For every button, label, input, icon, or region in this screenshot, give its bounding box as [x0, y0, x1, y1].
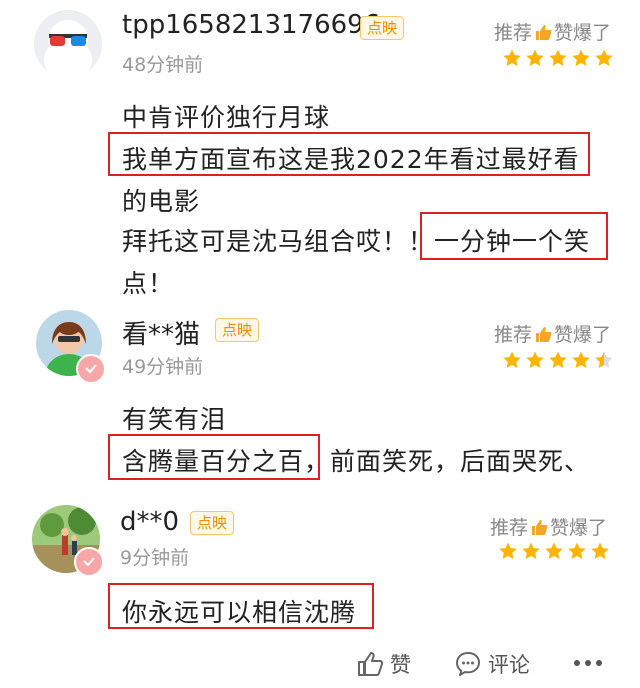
heart-check-icon [83, 557, 95, 567]
rating-stars [502, 48, 614, 68]
review-card: d**0 点映 9分钟前 推荐 赞爆了 你永远可以相信沈腾 [0, 495, 640, 640]
thumbs-up-icon [536, 24, 552, 40]
verdict: 推荐 赞爆了 [494, 320, 611, 347]
star-icon [549, 49, 567, 66]
vip-heart-badge [76, 354, 106, 384]
verdict-prefix: 推荐 [494, 22, 533, 44]
review-line: 点！ [122, 269, 175, 298]
post-time: 49分钟前 [122, 356, 204, 378]
preview-badge: 点映 [215, 318, 260, 342]
star-icon [572, 49, 590, 66]
verdict: 推荐 赞爆了 [490, 513, 607, 540]
preview-badge: 点映 [190, 511, 235, 535]
star-icon [591, 542, 609, 559]
like-button[interactable]: 赞 [356, 649, 411, 679]
star-icon [549, 351, 567, 368]
post-time: 9分钟前 [120, 547, 190, 569]
star-icon [595, 351, 613, 368]
heart-check-icon [85, 364, 97, 374]
star-icon [595, 49, 613, 66]
username[interactable]: d**0 [120, 507, 179, 537]
highlight-box [108, 583, 374, 629]
comment-button[interactable]: 评论 [454, 649, 530, 679]
more-dots-icon [574, 660, 602, 666]
comment-bubble-icon [456, 652, 480, 676]
review-line: 有笑有泪 [122, 405, 227, 434]
comment-label: 评论 [488, 653, 530, 677]
star-icon [526, 49, 544, 66]
star-icon [499, 542, 517, 559]
post-time: 48分钟前 [122, 54, 204, 76]
review-line: 中肯评价独行月球 [122, 103, 331, 132]
thumbs-up-icon [532, 519, 548, 535]
preview-badge: 点映 [360, 16, 405, 40]
verdict-prefix: 推荐 [490, 517, 529, 539]
default-avatar-icon [34, 10, 102, 78]
star-icon [503, 351, 521, 368]
verdict-suffix: 赞爆了 [554, 22, 612, 44]
highlight-box [108, 434, 320, 480]
verdict: 推荐 赞爆了 [494, 18, 611, 45]
thumbs-up-icon [536, 326, 552, 342]
vip-heart-badge [74, 547, 104, 577]
action-bar: 赞 评论 [0, 645, 640, 685]
more-button[interactable] [572, 651, 604, 675]
thumbs-up-icon [358, 652, 384, 676]
star-icon [545, 542, 563, 559]
rating-stars [502, 350, 614, 370]
verdict-prefix: 推荐 [494, 324, 533, 346]
star-icon [568, 542, 586, 559]
star-icon [572, 351, 590, 368]
highlight-box [420, 212, 608, 260]
review-card: tpp1658213176696 点映 48分钟前 推荐 赞爆了 中肯评价独行月… [0, 0, 640, 300]
highlight-box [108, 132, 590, 176]
star-icon [503, 49, 521, 66]
review-line: 的电影 [122, 187, 201, 216]
verdict-suffix: 赞爆了 [550, 517, 608, 539]
verdict-suffix: 赞爆了 [554, 324, 612, 346]
like-label: 赞 [390, 653, 411, 677]
avatar[interactable] [34, 10, 102, 78]
username[interactable]: 看**猫 [122, 314, 200, 351]
username[interactable]: tpp1658213176696 [122, 10, 380, 40]
review-card: 看**猫 点映 49分钟前 推荐 赞爆了 有笑有泪 含腾量百分之百，前面笑死，后… [0, 300, 640, 490]
star-icon [522, 542, 540, 559]
star-icon [526, 351, 544, 368]
rating-stars [498, 541, 610, 561]
